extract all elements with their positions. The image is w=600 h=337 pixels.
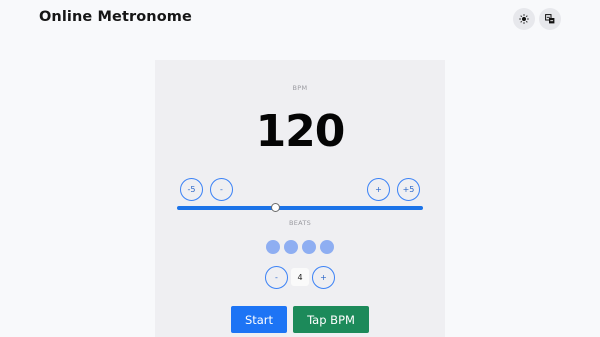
decrease-5-button[interactable]: -5 xyxy=(180,178,203,201)
sun-icon xyxy=(519,14,529,24)
bpm-slider[interactable] xyxy=(177,206,423,210)
bpm-value: 120 xyxy=(255,106,346,157)
beat-dot xyxy=(266,240,280,254)
bpm-slider-thumb[interactable] xyxy=(270,203,280,212)
tap-bpm-button[interactable]: Tap BPM xyxy=(293,306,369,333)
beat-dot xyxy=(320,240,334,254)
start-button[interactable]: Start xyxy=(231,306,287,333)
bpm-label: BPM xyxy=(292,84,308,92)
metronome-panel: BPM 120 -5 - + +5 BEATS - 4 + Start Tap … xyxy=(155,60,445,337)
beat-indicators xyxy=(155,240,445,254)
language-button[interactable] xyxy=(539,8,561,30)
decrease-1-button[interactable]: - xyxy=(210,178,233,201)
beat-dot xyxy=(302,240,316,254)
beats-label: BEATS xyxy=(288,219,312,227)
translate-icon xyxy=(545,14,555,24)
app-title: Online Metronome xyxy=(39,9,192,25)
increase-5-button[interactable]: +5 xyxy=(397,178,420,201)
beat-count: 4 xyxy=(291,268,309,286)
theme-toggle-button[interactable] xyxy=(513,8,535,30)
increase-beats-button[interactable]: + xyxy=(312,266,335,289)
decrease-beats-button[interactable]: - xyxy=(265,266,288,289)
beat-dot xyxy=(284,240,298,254)
increase-1-button[interactable]: + xyxy=(367,178,390,201)
